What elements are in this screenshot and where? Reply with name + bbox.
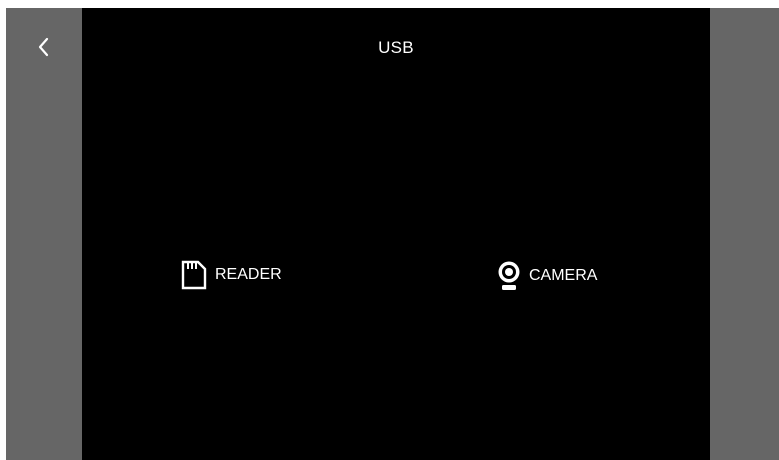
camera-option[interactable]: CAMERA (496, 260, 597, 292)
camera-label: CAMERA (529, 267, 598, 284)
left-bezel (6, 8, 82, 460)
device-frame: USB READER CAMERA (6, 8, 779, 460)
page-title: USB (378, 38, 414, 57)
right-bezel (710, 8, 779, 460)
main-screen: USB READER CAMERA (82, 8, 710, 460)
reader-option[interactable]: READER (180, 260, 282, 290)
chevron-left-icon (38, 37, 49, 57)
reader-label: READER (215, 266, 282, 283)
webcam-icon (496, 260, 522, 292)
back-button[interactable] (32, 35, 56, 59)
sd-card-icon (180, 260, 208, 290)
